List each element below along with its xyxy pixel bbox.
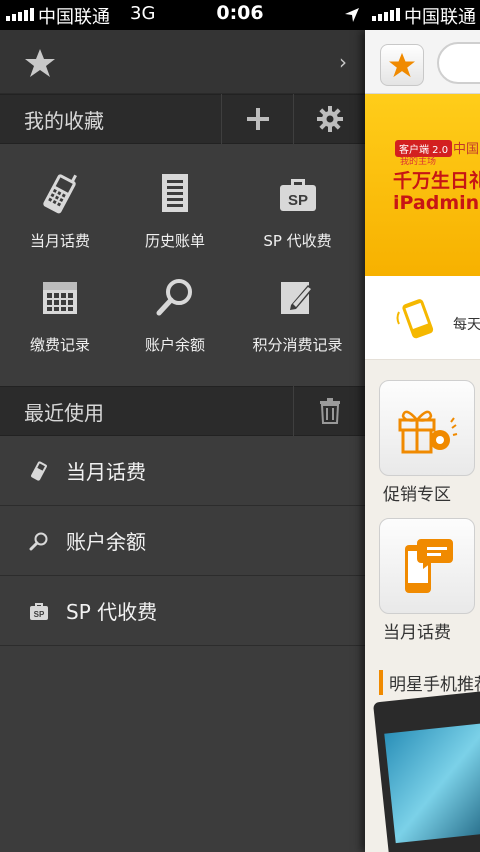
favorite-payment-record[interactable]: 缴费记录 <box>0 260 120 364</box>
trash-icon <box>319 398 340 424</box>
side-drawer: › 我的收藏 当月话费 历史账单 SP SP 代收费 缴费记录 账户余额 积分消… <box>0 30 365 852</box>
recent-label: 当月话费 <box>66 460 146 484</box>
favorite-sp-charge[interactable]: SP SP 代收费 <box>230 156 365 260</box>
favorite-label: 当月话费 <box>29 232 90 250</box>
plus-icon <box>246 108 269 130</box>
chevron-right-icon[interactable]: › <box>339 50 347 74</box>
search-input[interactable] <box>437 42 480 84</box>
drawer-topbar: › <box>0 30 365 94</box>
daily-label: 每天 <box>453 317 480 333</box>
favorites-header: 我的收藏 <box>0 94 365 144</box>
chat-phone-icon <box>405 539 453 593</box>
signal-icon-right <box>372 8 400 21</box>
recent-label: 账户余额 <box>66 530 146 554</box>
svg-text:SP: SP <box>287 192 307 209</box>
settings-button[interactable] <box>293 94 365 144</box>
recent-label: SP 代收费 <box>66 600 158 624</box>
carrier-label-right: 中国联通 <box>404 7 476 28</box>
content-topbar <box>365 30 480 94</box>
mobile-phone-icon <box>31 460 47 481</box>
favorites-title: 我的收藏 <box>24 108 104 133</box>
tile-monthly-bill-label: 当月话费 <box>383 623 451 643</box>
star-icon[interactable] <box>24 48 56 78</box>
banner-tag2: 中国 <box>453 142 480 157</box>
promo-banner[interactable]: 客户端 2.0 中国 我的主场 千万生日礼 iPadmini <box>365 94 480 276</box>
recent-title: 最近使用 <box>24 400 104 425</box>
tile-monthly-bill[interactable] <box>379 518 475 614</box>
banner-line2: iPadmini <box>393 192 480 214</box>
favorite-label: SP 代收费 <box>263 232 332 250</box>
favorites-grid: 当月话费 历史账单 SP SP 代收费 缴费记录 账户余额 积分消费记录 <box>0 144 365 386</box>
tile-promotion[interactable] <box>379 380 475 476</box>
phone-product-image[interactable] <box>372 690 480 852</box>
calendar-icon <box>43 282 77 314</box>
hand-phone-icon <box>396 299 434 339</box>
bill-document-icon <box>162 174 188 212</box>
location-arrow-icon <box>345 8 359 22</box>
sp-bag-icon: SP <box>30 602 48 620</box>
favorite-label: 账户余额 <box>144 336 205 354</box>
tile-promotion-label: 促销专区 <box>383 485 451 505</box>
daily-strip[interactable]: 每天 <box>365 276 480 360</box>
gear-icon <box>316 106 343 132</box>
recent-item-sp-charge[interactable]: SP SP 代收费 <box>0 576 365 646</box>
favorite-account-balance[interactable]: 账户余额 <box>120 260 230 364</box>
magnifier-icon <box>156 279 192 316</box>
mobile-phone-icon <box>43 174 77 214</box>
sp-bag-icon: SP <box>279 179 316 211</box>
gift-icon <box>398 410 458 454</box>
banner-line1: 千万生日礼 <box>393 170 480 192</box>
recent-item-monthly-bill[interactable]: 当月话费 <box>0 436 365 506</box>
status-bar: 中国联通 3G 0:06 中国联通 <box>0 0 480 30</box>
favorite-label: 积分消费记录 <box>252 336 343 354</box>
favorites-button[interactable] <box>380 44 424 86</box>
favorite-label: 历史账单 <box>144 232 205 250</box>
star-icon <box>389 52 415 78</box>
favorite-label: 缴费记录 <box>29 336 90 354</box>
add-favorite-button[interactable] <box>221 94 293 144</box>
favorite-points-record[interactable]: 积分消费记录 <box>230 260 365 364</box>
recent-item-account-balance[interactable]: 账户余额 <box>0 506 365 576</box>
recommend-heading: 明星手机推荐 <box>379 670 480 695</box>
clear-recent-button[interactable] <box>293 386 365 436</box>
svg-text:SP: SP <box>34 610 45 619</box>
edit-note-icon <box>280 282 313 314</box>
favorite-monthly-bill[interactable]: 当月话费 <box>0 156 120 260</box>
recent-header: 最近使用 <box>0 386 365 436</box>
magnifier-icon <box>29 532 48 550</box>
main-content-panel[interactable]: 客户端 2.0 中国 我的主场 千万生日礼 iPadmini 每天 促销专区 当… <box>365 30 480 852</box>
favorite-history-bill[interactable]: 历史账单 <box>120 156 230 260</box>
